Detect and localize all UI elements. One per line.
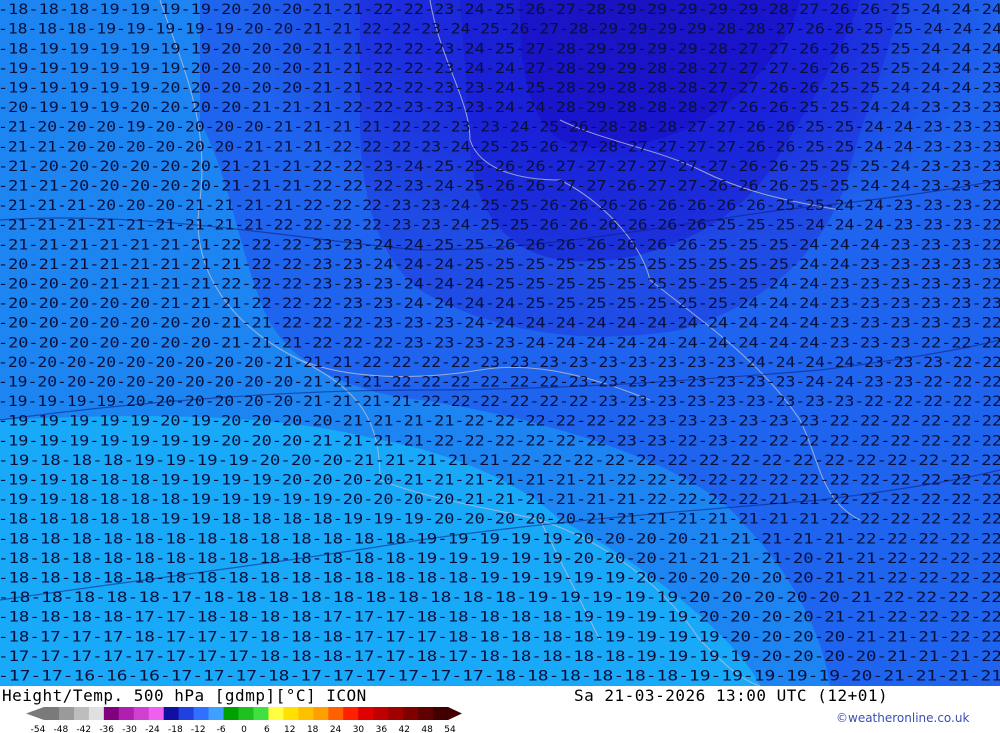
scale-swatch: [44, 707, 60, 720]
scale-arrow-right: [448, 707, 462, 720]
scale-swatch: [433, 707, 449, 720]
scale-tick-label: -30: [122, 725, 137, 733]
temperature-label-row: -21-20-20-20-20-20-20-21-21-21-22-22-23-…: [0, 158, 1000, 175]
temperature-label-row: -20-20-20-20-20-20-20-20-20-21-21-21-22-…: [0, 354, 1000, 371]
temperature-label-row: -19-19-18-18-18-18-19-19-19-19-19-20-20-…: [0, 491, 1000, 508]
temperature-label-row: -18-18-18-19-19-19-19-19-20-20-21-21-22-…: [0, 21, 1000, 38]
footer-bar: Height/Temp. 500 hPa [gdmp][°C] ICON Sa …: [0, 686, 1000, 733]
scale-tick-label: 54: [444, 725, 456, 733]
scale-swatch: [118, 707, 135, 720]
temperature-label-row: -19-19-19-19-19-19-19-20-20-20-21-21-21-…: [0, 432, 1000, 449]
scale-arrow-left: [26, 707, 44, 720]
scale-swatch: [253, 707, 269, 720]
map-title: Height/Temp. 500 hPa [gdmp][°C] ICON: [2, 686, 367, 705]
scale-swatch: [58, 707, 75, 720]
scale-tick-label: 12: [284, 725, 295, 733]
temperature-label-row: -17-17-17-17-17-17-17-17-18-18-18-17-17-…: [0, 648, 1000, 665]
temperature-label-row: -19-19-19-19-19-20-19-20-20-20-20-21-21-…: [0, 413, 1000, 430]
scale-tick-label: 18: [307, 725, 319, 733]
temperature-label-row: -18-17-17-17-18-17-17-17-18-18-18-17-17-…: [0, 628, 1000, 645]
temperature-label-row: -20-20-20-20-20-20-20-21-21-22-22-22-23-…: [0, 315, 1000, 332]
scale-tick-label: -54: [31, 725, 46, 733]
scale-swatch: [163, 707, 180, 720]
temperature-label-row: -18-19-19-19-19-19-19-20-20-20-21-21-22-…: [0, 40, 1000, 57]
temperature-label-row: -18-18-18-18-18-18-18-18-18-18-18-18-18-…: [0, 550, 1000, 567]
scale-swatch: [298, 707, 314, 720]
scale-tick-label: -36: [99, 725, 114, 733]
temperature-label-row: -19-19-19-19-19-19-20-20-20-20-21-21-22-…: [0, 60, 1000, 77]
scale-tick-label: 0: [241, 725, 247, 733]
temperature-label-row: -21-21-21-20-20-20-21-21-21-21-22-22-22-…: [0, 197, 1000, 214]
scale-swatch: [388, 707, 404, 720]
temperature-label-row: -20-20-20-20-20-21-21-21-22-22-22-23-23-…: [0, 295, 1000, 312]
temperature-label-row: -18-18-18-18-18-17-18-18-18-18-18-18-18-…: [0, 589, 1000, 606]
temperature-label-row: -20-20-20-21-21-21-21-22-22-22-23-23-23-…: [0, 276, 1000, 293]
scale-swatch: [193, 707, 210, 720]
scale-tick-label: -24: [145, 725, 160, 733]
temperature-label-row: -21-20-20-20-19-20-20-20-20-21-21-21-21-…: [0, 119, 1000, 136]
temperature-label-row: -20-21-21-21-21-21-21-21-22-22-23-23-24-…: [0, 256, 1000, 273]
scale-swatch: [373, 707, 389, 720]
scale-swatch: [148, 707, 165, 720]
temperature-label-row: -17-17-16-16-16-17-17-17-18-17-17-17-17-…: [0, 668, 1000, 685]
scale-tick-label: 36: [376, 725, 388, 733]
temperature-label-row: -21-21-20-20-20-20-20-21-21-21-22-22-22-…: [0, 178, 1000, 195]
scale-swatch: [328, 707, 344, 720]
scale-swatch: [403, 707, 419, 720]
scale-swatch: [73, 707, 90, 720]
scale-tick-label: -6: [217, 725, 226, 733]
temperature-label-row: -18-18-18-18-18-18-18-18-18-18-18-18-18-…: [0, 570, 1000, 587]
temperature-label-row: -19-18-18-18-19-19-19-19-20-20-20-21-21-…: [0, 452, 1000, 469]
scale-swatch: [418, 707, 434, 720]
scale-tick-label: 42: [398, 725, 409, 733]
scale-swatch: [238, 707, 254, 720]
scale-swatch: [343, 707, 359, 720]
scale-tick-label: 24: [330, 725, 342, 733]
temperature-label-row: -19-19-19-19-19-20-20-20-20-20-21-21-22-…: [0, 80, 1000, 97]
temperature-label-row: -18-18-18-19-19-19-19-20-20-20-21-21-22-…: [0, 1, 1000, 18]
temperature-label-row: -19-19-18-18-18-19-19-19-19-20-20-20-20-…: [0, 472, 1000, 489]
scale-swatch: [133, 707, 150, 720]
scale-tick-label: -48: [54, 725, 69, 733]
scale-swatch: [103, 707, 120, 720]
temperature-label-row: -18-18-18-18-17-17-18-18-18-18-17-17-17-…: [0, 609, 1000, 626]
temperature-label-row: -20-20-20-20-20-20-20-21-21-21-22-22-22-…: [0, 334, 1000, 351]
temperature-label-row: -19-20-20-20-20-20-20-20-20-20-21-21-21-…: [0, 374, 1000, 391]
temperature-label-row: -18-18-18-18-18-19-19-18-18-18-18-19-19-…: [0, 511, 1000, 528]
scale-swatch: [88, 707, 105, 720]
scale-tick-label: 30: [353, 725, 365, 733]
scale-swatch: [358, 707, 374, 720]
scale-swatch: [223, 707, 240, 720]
scale-swatch: [208, 707, 225, 720]
temperature-label-row: -21-21-20-20-20-20-20-20-21-21-21-22-22-…: [0, 138, 1000, 155]
scale-swatch: [178, 707, 195, 720]
temperature-label-row: -19-19-19-19-20-20-20-20-20-20-21-21-21-…: [0, 393, 1000, 410]
temperature-label-row: -21-21-21-21-21-21-21-22-22-22-23-23-24-…: [0, 236, 1000, 253]
scale-swatch: [313, 707, 329, 720]
forecast-datetime: Sa 21-03-2026 13:00 UTC (12+01): [574, 686, 889, 705]
temperature-label-row: -18-18-18-18-18-18-18-18-18-18-18-18-18-…: [0, 530, 1000, 547]
temperature-label-row: -20-19-19-19-20-20-20-20-21-21-21-22-22-…: [0, 99, 1000, 116]
scale-tick-label: -18: [168, 725, 183, 733]
credit-link[interactable]: ©weatheronline.co.uk: [836, 711, 969, 725]
scale-swatch: [283, 707, 299, 720]
scale-swatch: [268, 707, 284, 720]
scale-tick-label: -12: [191, 725, 206, 733]
scale-tick-label: -42: [76, 725, 91, 733]
color-scale-legend: -54 -48 -42 -36 -30 -24 -18 -12 -6 0 6 12 18 24 30 36 42…: [26, 707, 462, 733]
temperature-map: -18-18-18-19-19-19-19-20-20-20-21-21-22-…: [0, 0, 1000, 686]
scale-tick-label: 6: [264, 725, 270, 733]
temperature-labels: -18-18-18-19-19-19-19-20-20-20-21-21-22-…: [0, 1, 1000, 684]
temperature-label-row: -21-21-21-21-21-21-21-21-21-22-22-22-22-…: [0, 217, 1000, 234]
scale-tick-label: 48: [421, 725, 433, 733]
